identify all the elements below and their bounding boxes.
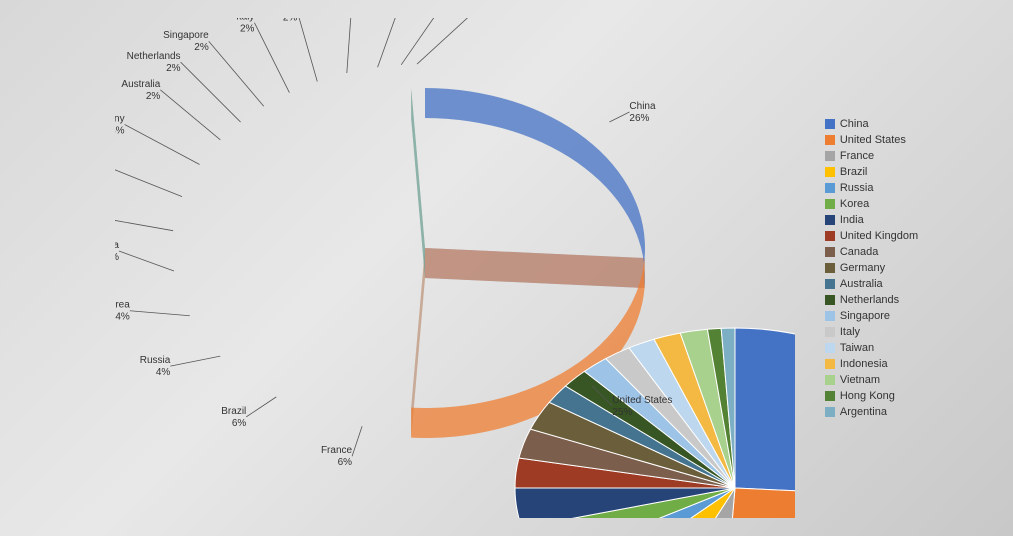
pie-chart-svg: China26%United States25%France6%Brazil6%… bbox=[115, 18, 795, 518]
svg-text:Germany: Germany bbox=[115, 113, 125, 124]
svg-text:4%: 4% bbox=[115, 252, 119, 263]
svg-text:1%: 1% bbox=[477, 18, 492, 21]
pie-area: China26%United States25%France6%Brazil6%… bbox=[95, 8, 815, 528]
svg-text:China: China bbox=[629, 101, 656, 112]
svg-text:3%: 3% bbox=[115, 125, 125, 136]
legend-color-box bbox=[825, 247, 835, 257]
legend-label: Netherlands bbox=[840, 294, 899, 306]
legend-color-box bbox=[825, 231, 835, 241]
svg-text:Russia: Russia bbox=[140, 355, 171, 366]
svg-text:2%: 2% bbox=[146, 91, 161, 102]
legend-color-box bbox=[825, 343, 835, 353]
chart-legend: China United States France Brazil Russia Kore… bbox=[825, 118, 918, 418]
legend-color-box bbox=[825, 327, 835, 337]
legend-item: Singapore bbox=[825, 310, 918, 322]
legend-item: United Kingdom bbox=[825, 230, 918, 242]
svg-text:Australia: Australia bbox=[121, 79, 160, 90]
svg-text:Singapore: Singapore bbox=[163, 30, 209, 41]
legend-color-box bbox=[825, 359, 835, 369]
legend-item: Canada bbox=[825, 246, 918, 258]
legend-label: China bbox=[840, 118, 869, 130]
legend-label: Australia bbox=[840, 278, 883, 290]
legend-item: Korea bbox=[825, 198, 918, 210]
svg-text:25%: 25% bbox=[612, 407, 632, 418]
svg-text:Netherlands: Netherlands bbox=[127, 51, 181, 62]
svg-text:2%: 2% bbox=[283, 18, 298, 24]
legend-label: India bbox=[840, 214, 864, 226]
svg-text:4%: 4% bbox=[115, 312, 130, 323]
legend-color-box bbox=[825, 135, 835, 145]
legend-item: Australia bbox=[825, 278, 918, 290]
svg-text:2%: 2% bbox=[240, 24, 255, 35]
svg-text:4%: 4% bbox=[156, 367, 171, 378]
legend-label: France bbox=[840, 150, 874, 162]
legend-label: Argentina bbox=[840, 406, 887, 418]
svg-text:6%: 6% bbox=[232, 418, 247, 429]
legend-item: Argentina bbox=[825, 406, 918, 418]
legend-item: France bbox=[825, 150, 918, 162]
svg-text:26%: 26% bbox=[629, 113, 649, 124]
svg-text:2%: 2% bbox=[166, 63, 181, 74]
svg-text:Brazil: Brazil bbox=[221, 406, 246, 417]
legend-label: United Kingdom bbox=[840, 230, 918, 242]
legend-color-box bbox=[825, 119, 835, 129]
svg-text:India: India bbox=[115, 240, 119, 251]
legend-item: India bbox=[825, 214, 918, 226]
legend-color-box bbox=[825, 311, 835, 321]
legend-label: Canada bbox=[840, 246, 879, 258]
svg-text:2%: 2% bbox=[194, 42, 209, 53]
legend-color-box bbox=[825, 263, 835, 273]
legend-color-box bbox=[825, 295, 835, 305]
legend-label: Vietnam bbox=[840, 374, 880, 386]
legend-label: Russia bbox=[840, 182, 874, 194]
svg-text:Korea: Korea bbox=[115, 300, 130, 311]
legend-color-box bbox=[825, 215, 835, 225]
legend-color-box bbox=[825, 199, 835, 209]
legend-color-box bbox=[825, 151, 835, 161]
legend-color-box bbox=[825, 407, 835, 417]
legend-label: United States bbox=[840, 134, 906, 146]
svg-text:France: France bbox=[321, 445, 353, 456]
legend-color-box bbox=[825, 279, 835, 289]
legend-item: Netherlands bbox=[825, 294, 918, 306]
legend-item: Taiwan bbox=[825, 342, 918, 354]
legend-label: Germany bbox=[840, 262, 885, 274]
legend-label: Taiwan bbox=[840, 342, 874, 354]
legend-label: Indonesia bbox=[840, 358, 888, 370]
legend-label: Italy bbox=[840, 326, 860, 338]
legend-color-box bbox=[825, 183, 835, 193]
legend-item: Hong Kong bbox=[825, 390, 918, 402]
legend-item: Italy bbox=[825, 326, 918, 338]
svg-text:United States: United States bbox=[612, 395, 672, 406]
legend-item: Russia bbox=[825, 182, 918, 194]
chart-container: China26%United States25%France6%Brazil6%… bbox=[0, 0, 1013, 536]
svg-text:6%: 6% bbox=[337, 457, 352, 468]
legend-color-box bbox=[825, 375, 835, 385]
legend-label: Brazil bbox=[840, 166, 868, 178]
legend-item: China bbox=[825, 118, 918, 130]
svg-text:Italy: Italy bbox=[236, 18, 254, 23]
legend-label: Korea bbox=[840, 198, 869, 210]
legend-item: Brazil bbox=[825, 166, 918, 178]
legend-label: Hong Kong bbox=[840, 390, 895, 402]
legend-item: United States bbox=[825, 134, 918, 146]
legend-item: Germany bbox=[825, 262, 918, 274]
legend-item: Vietnam bbox=[825, 374, 918, 386]
legend-item: Indonesia bbox=[825, 358, 918, 370]
legend-color-box bbox=[825, 391, 835, 401]
legend-label: Singapore bbox=[840, 310, 890, 322]
legend-color-box bbox=[825, 167, 835, 177]
